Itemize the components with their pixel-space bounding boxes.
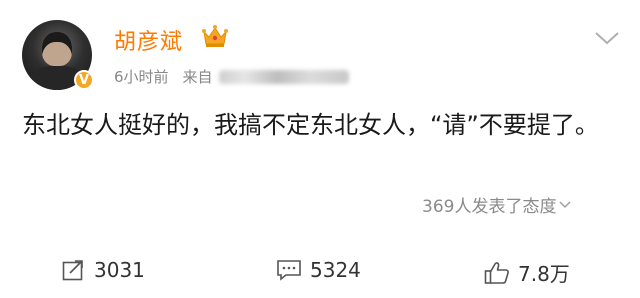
like-button[interactable]: 7.8万 [484, 258, 570, 287]
avatar-head [42, 32, 72, 66]
comment-button[interactable]: 5324 [276, 258, 361, 282]
comment-count: 5324 [310, 258, 361, 282]
like-count: 7.8万 [518, 262, 570, 286]
source-blurred [218, 69, 349, 84]
reactions-summary[interactable]: 369人发表了态度 [422, 192, 572, 217]
user-name[interactable]: 胡彦斌 [114, 24, 183, 56]
chevron-down-icon[interactable] [594, 30, 620, 46]
reactions-label: 369人发表了态度 [422, 197, 557, 217]
crown-icon [202, 25, 228, 47]
comment-icon [277, 260, 301, 281]
chevron-down-icon [559, 200, 571, 208]
repost-count: 3031 [94, 258, 145, 282]
repost-button[interactable]: 3031 [62, 258, 145, 282]
verified-badge: V [74, 70, 94, 90]
post-meta: 6小时前 来自 [114, 66, 349, 87]
post-time: 6小时前 [114, 68, 169, 86]
repost-icon [62, 260, 83, 281]
thumbs-up-icon [484, 261, 509, 284]
source-prefix: 来自 [182, 68, 213, 86]
post-content: 东北女人挺好的，我搞不定东北女人，“请”不要提了。 [22, 111, 599, 139]
